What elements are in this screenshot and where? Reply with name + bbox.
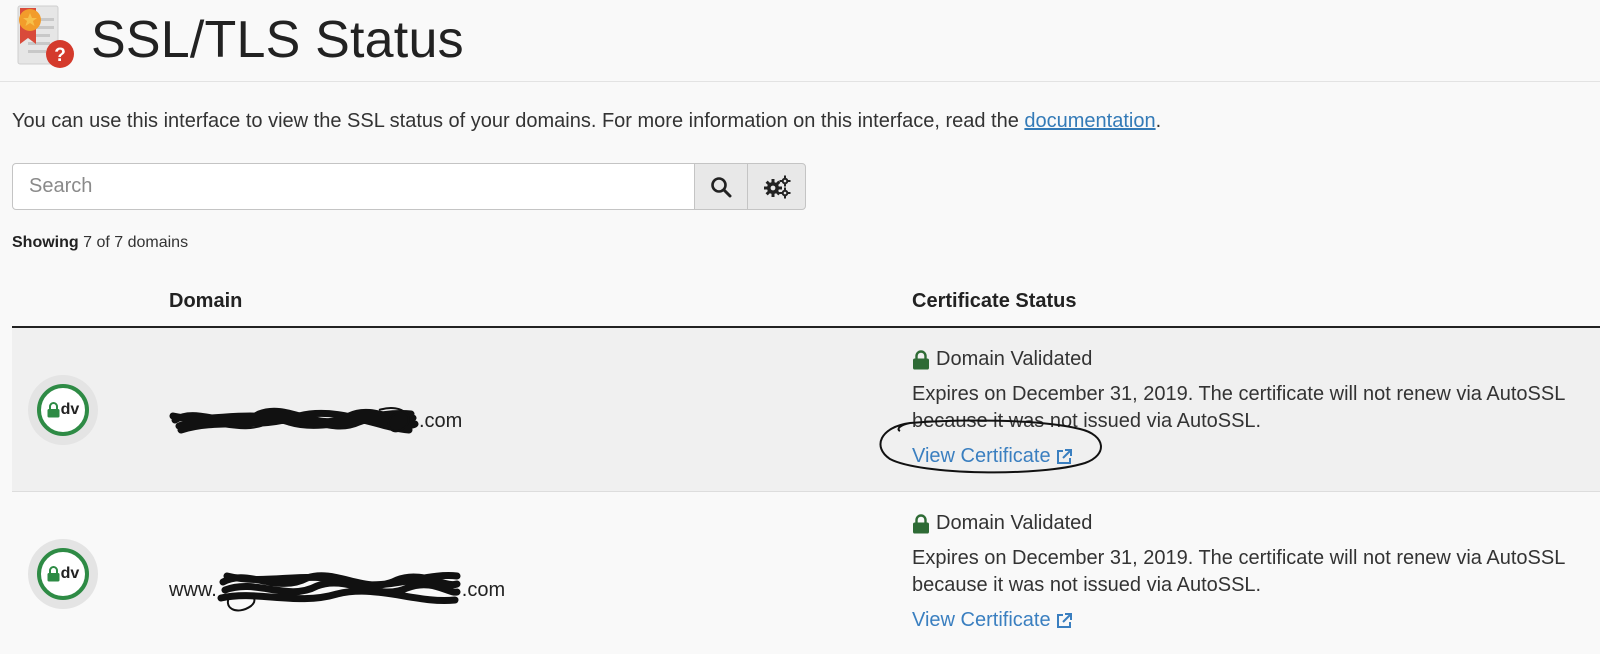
- view-certificate-label: View Certificate: [912, 445, 1051, 467]
- table-row: dv www. .com Domain Validated Expires on…: [12, 492, 1600, 654]
- lock-icon: [47, 402, 60, 418]
- domain-suffix: .com: [461, 578, 506, 601]
- certificate-status-cell: Domain Validated Expires on December 31,…: [912, 512, 1592, 632]
- lock-icon: [913, 349, 929, 369]
- dv-badge-label: dv: [60, 565, 80, 582]
- domain-suffix: .com: [419, 409, 463, 432]
- external-link-icon: [1056, 448, 1072, 464]
- certificate-warning-icon: ?: [17, 5, 74, 68]
- status-label: Domain Validated: [936, 348, 1093, 370]
- view-certificate-link[interactable]: View Certificate: [912, 445, 1073, 468]
- dv-badge: dv: [28, 539, 98, 609]
- redaction-scribble: [217, 571, 461, 612]
- search-button[interactable]: [694, 163, 748, 210]
- page-title: SSL/TLS Status: [91, 11, 464, 69]
- expiry-text: Expires on December 31, 2019. The certif…: [912, 547, 1565, 596]
- search-input[interactable]: [12, 163, 695, 210]
- settings-button[interactable]: [747, 163, 806, 210]
- ssl-tls-status-page: ? SSL/TLS Status You can use this interf…: [0, 0, 1600, 654]
- showing-label: Showing: [12, 234, 79, 251]
- intro-body: You can use this interface to view the S…: [12, 110, 1025, 132]
- view-certificate-link[interactable]: View Certificate: [912, 609, 1073, 632]
- lock-icon: [913, 513, 929, 533]
- certificate-status-cell: Domain Validated Expires on December 31,…: [879, 348, 1592, 474]
- documentation-link[interactable]: documentation: [1024, 110, 1155, 132]
- column-header-domain[interactable]: Domain: [169, 290, 242, 313]
- table-row: dv .com Domain Validated Expires on Dece…: [12, 328, 1600, 492]
- domains-table: Domain Certificate Status dv .com Domain…: [12, 272, 1600, 654]
- search-icon: [711, 176, 732, 197]
- dv-badge-label: dv: [60, 401, 80, 418]
- column-header-certificate-status[interactable]: Certificate Status: [912, 290, 1077, 313]
- page-header: ? SSL/TLS Status: [0, 0, 1600, 82]
- dv-badge: dv: [28, 375, 98, 445]
- search-group: [12, 163, 807, 210]
- external-link-icon: [1056, 612, 1072, 628]
- lock-icon: [47, 566, 60, 582]
- svg-text:?: ?: [54, 45, 66, 66]
- redaction-scribble: [169, 407, 419, 434]
- intro-suffix: .: [1155, 110, 1162, 132]
- intro-text: You can use this interface to view the S…: [12, 110, 1161, 133]
- gears-icon: [763, 175, 790, 198]
- domain-name: .com: [169, 400, 462, 442]
- table-header: Domain Certificate Status: [12, 272, 1600, 328]
- domain-prefix: www.: [169, 578, 217, 601]
- status-label: Domain Validated: [936, 512, 1093, 534]
- domain-name: www. .com: [169, 564, 505, 616]
- showing-count: Showing 7 of 7 domains: [12, 234, 188, 252]
- showing-count-text: 7 of 7 domains: [83, 234, 189, 251]
- view-certificate-wrapper: View Certificate: [879, 419, 1102, 474]
- view-certificate-label: View Certificate: [912, 609, 1051, 631]
- expiry-text: Expires on December 31, 2019. The certif…: [912, 383, 1565, 432]
